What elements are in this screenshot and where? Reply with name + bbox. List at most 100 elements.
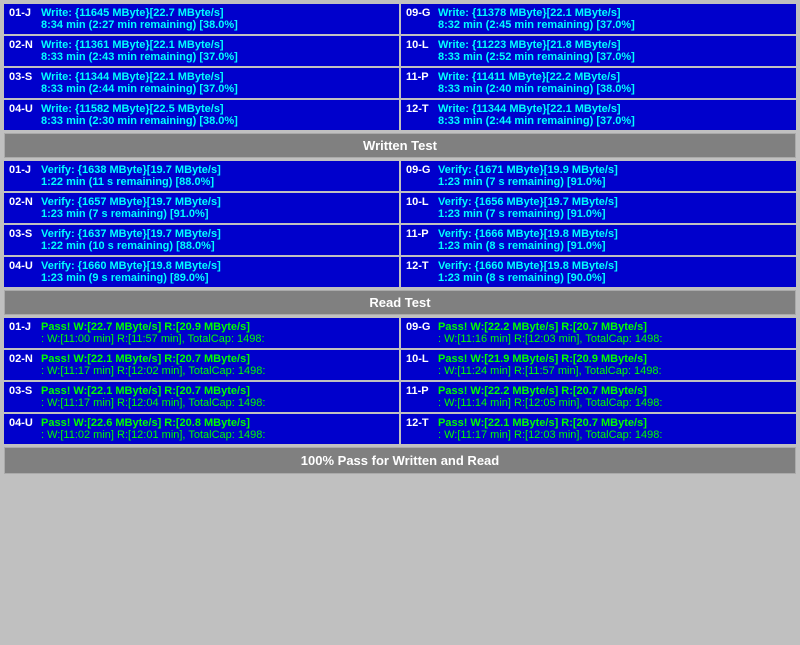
- cell-line1: Verify: {1660 MByte}[19.8 MByte/s]: [438, 260, 618, 272]
- verify-section: 01-JVerify: {1638 MByte}[19.7 MByte/s]1:…: [4, 161, 796, 287]
- drive-id: 04-U: [9, 417, 37, 429]
- drive-id: 03-S: [9, 228, 37, 240]
- verify-grid-cell-3-left: 04-UVerify: {1660 MByte}[19.8 MByte/s]1:…: [4, 257, 399, 287]
- cell-line2: 1:23 min (7 s remaining) [91.0%]: [41, 208, 221, 220]
- cell-line2: 1:23 min (7 s remaining) [91.0%]: [438, 208, 618, 220]
- cell-line2: 8:33 min (2:40 min remaining) [38.0%]: [438, 83, 635, 95]
- cell-line2: 8:33 min (2:52 min remaining) [37.0%]: [438, 51, 635, 63]
- cell-line1: Verify: {1638 MByte}[19.7 MByte/s]: [41, 164, 221, 176]
- pass-grid-cell-0-left: 01-J Pass! W:[22.7 MByte/s] R:[20.9 MByte…: [4, 318, 399, 348]
- drive-id: 01-J: [9, 321, 37, 333]
- cell-line2: 8:33 min (2:30 min remaining) [38.0%]: [41, 115, 238, 127]
- main-container: 01-J Write: {11645 MByte}[22.7 MByte/s] 8:…: [0, 0, 800, 478]
- cell-line1: Pass! W:[22.1 MByte/s] R:[20.7 MByte/s]: [438, 417, 662, 429]
- drive-id: 01-J: [9, 7, 37, 19]
- cell-line2: : W:[11:14 min] R:[12:05 min], TotalCap:…: [438, 397, 662, 409]
- drive-id: 11-P: [406, 71, 434, 83]
- write-grid-cell-1-left: 02-N Write: {11361 MByte}[22.1 MByte/s]8:…: [4, 36, 399, 66]
- cell-line1: Pass! W:[22.1 MByte/s] R:[20.7 MByte/s]: [41, 385, 265, 397]
- write-grid-cell-2-right: 11-P Write: {11411 MByte}[22.2 MByte/s]8:…: [401, 68, 796, 98]
- cell-line1: Pass! W:[22.2 MByte/s] R:[20.7 MByte/s]: [438, 321, 662, 333]
- pass-grid: 01-J Pass! W:[22.7 MByte/s] R:[20.9 MByte…: [4, 318, 796, 444]
- verify-grid-cell-1-left: 02-N Verify: {1657 MByte}[19.7 MByte/s]1:…: [4, 193, 399, 223]
- verify-grid-cell-0-right: 09-G Verify: {1671 MByte}[19.9 MByte/s]1:…: [401, 161, 796, 191]
- cell-line2: : W:[11:17 min] R:[12:02 min], TotalCap:…: [41, 365, 265, 377]
- cell-line1: Write: {11582 MByte}[22.5 MByte/s]: [41, 103, 238, 115]
- drive-id: 09-G: [406, 164, 434, 176]
- cell-line1: Write: {11645 MByte}[22.7 MByte/s]: [41, 7, 238, 19]
- pass-grid-cell-3-right: 12-T Pass! W:[22.1 MByte/s] R:[20.7 MByte…: [401, 414, 796, 444]
- drive-id: 09-G: [406, 321, 434, 333]
- cell-line2: : W:[11:17 min] R:[12:04 min], TotalCap:…: [41, 397, 265, 409]
- drive-id: 10-L: [406, 39, 434, 51]
- cell-line2: 1:22 min (11 s remaining) [88.0%]: [41, 176, 221, 188]
- pass-grid-cell-0-right: 09-G Pass! W:[22.2 MByte/s] R:[20.7 MByte…: [401, 318, 796, 348]
- cell-line1: Write: {11344 MByte}[22.1 MByte/s]: [41, 71, 238, 83]
- drive-id: 12-T: [406, 260, 434, 272]
- verify-grid-cell-2-left: 03-S Verify: {1637 MByte}[19.7 MByte/s]1:…: [4, 225, 399, 255]
- pass-grid-cell-2-left: 03-S Pass! W:[22.1 MByte/s] R:[20.7 MByte…: [4, 382, 399, 412]
- cell-line1: Pass! W:[22.7 MByte/s] R:[20.9 MByte/s]: [41, 321, 265, 333]
- cell-line2: 1:23 min (8 s remaining) [91.0%]: [438, 240, 618, 252]
- written-test-header: Written Test: [4, 133, 796, 158]
- drive-id: 03-S: [9, 71, 37, 83]
- write-grid-cell-3-left: 04-U Write: {11582 MByte}[22.5 MByte/s]8:…: [4, 100, 399, 130]
- verify-grid-cell-3-right: 12-T Verify: {1660 MByte}[19.8 MByte/s]1:…: [401, 257, 796, 287]
- drive-id: 02-N: [9, 353, 37, 365]
- drive-id: 04-U: [9, 103, 37, 115]
- drive-id: 11-P: [406, 385, 434, 397]
- write-grid-cell-0-left: 01-JWrite: {11645 MByte}[22.7 MByte/s]8:…: [4, 4, 399, 34]
- drive-id: 03-S: [9, 385, 37, 397]
- cell-line2: 8:33 min (2:44 min remaining) [37.0%]: [41, 83, 238, 95]
- cell-line2: 8:33 min (2:44 min remaining) [37.0%]: [438, 115, 635, 127]
- footer: 100% Pass for Written and Read: [4, 447, 796, 474]
- cell-line2: : W:[11:24 min] R:[11:57 min], TotalCap:…: [438, 365, 662, 377]
- verify-grid-cell-0-left: 01-J Verify: {1638 MByte}[19.7 MByte/s]1:…: [4, 161, 399, 191]
- cell-line1: Verify: {1656 MByte}[19.7 MByte/s]: [438, 196, 618, 208]
- cell-line1: Verify: {1666 MByte}[19.8 MByte/s]: [438, 228, 618, 240]
- drive-id: 09-G: [406, 7, 434, 19]
- drive-id: 12-T: [406, 417, 434, 429]
- cell-line2: : W:[11:16 min] R:[12:03 min], TotalCap:…: [438, 333, 662, 345]
- cell-line2: 1:23 min (9 s remaining) [89.0%]: [41, 272, 221, 284]
- verify-grid-cell-2-right: 11-P Verify: {1666 MByte}[19.8 MByte/s]1:…: [401, 225, 796, 255]
- write-grid-cell-0-right: 09-G Write: {11378 MByte}[22.1 MByte/s]8:…: [401, 4, 796, 34]
- pass-grid-cell-3-left: 04-U Pass! W:[22.6 MByte/s] R:[20.8 MByte…: [4, 414, 399, 444]
- cell-line2: : W:[11:00 min] R:[11:57 min], TotalCap:…: [41, 333, 265, 345]
- cell-line1: Write: {11378 MByte}[22.1 MByte/s]: [438, 7, 635, 19]
- drive-id: 11-P: [406, 228, 434, 240]
- cell-line1: Verify: {1657 MByte}[19.7 MByte/s]: [41, 196, 221, 208]
- cell-line1: Write: {11361 MByte}[22.1 MByte/s]: [41, 39, 238, 51]
- cell-line1: Verify: {1671 MByte}[19.9 MByte/s]: [438, 164, 618, 176]
- cell-line2: 8:32 min (2:45 min remaining) [37.0%]: [438, 19, 635, 31]
- cell-line1: Verify: {1637 MByte}[19.7 MByte/s]: [41, 228, 221, 240]
- write-grid-cell-1-right: 10-L Write: {11223 MByte}[21.8 MByte/s]8:…: [401, 36, 796, 66]
- cell-line1: Write: {11223 MByte}[21.8 MByte/s]: [438, 39, 635, 51]
- cell-line2: : W:[11:17 min] R:[12:03 min], TotalCap:…: [438, 429, 662, 441]
- write-grid-cell-3-right: 12-T Write: {11344 MByte}[22.1 MByte/s]8:…: [401, 100, 796, 130]
- cell-line2: 1:23 min (7 s remaining) [91.0%]: [438, 176, 618, 188]
- cell-line2: 1:23 min (8 s remaining) [90.0%]: [438, 272, 618, 284]
- pass-section: 01-J Pass! W:[22.7 MByte/s] R:[20.9 MByte…: [4, 318, 796, 444]
- cell-line2: 1:22 min (10 s remaining) [88.0%]: [41, 240, 221, 252]
- drive-id: 02-N: [9, 39, 37, 51]
- pass-grid-cell-1-left: 02-N Pass! W:[22.1 MByte/s] R:[20.7 MByte…: [4, 350, 399, 380]
- cell-line1: Pass! W:[22.6 MByte/s] R:[20.8 MByte/s]: [41, 417, 265, 429]
- drive-id: 10-L: [406, 353, 434, 365]
- write-grid-cell-2-left: 03-S Write: {11344 MByte}[22.1 MByte/s]8:…: [4, 68, 399, 98]
- drive-id: 02-N: [9, 196, 37, 208]
- drive-id: 12-T: [406, 103, 434, 115]
- cell-line2: 8:33 min (2:43 min remaining) [37.0%]: [41, 51, 238, 63]
- cell-line2: : W:[11:02 min] R:[12:01 min], TotalCap:…: [41, 429, 265, 441]
- cell-line1: Write: {11411 MByte}[22.2 MByte/s]: [438, 71, 635, 83]
- write-section: 01-J Write: {11645 MByte}[22.7 MByte/s] 8:…: [4, 4, 796, 130]
- drive-id: 01-J: [9, 164, 37, 176]
- cell-line1: Pass! W:[22.2 MByte/s] R:[20.7 MByte/s]: [438, 385, 662, 397]
- drive-id: 04-U: [9, 260, 37, 272]
- pass-grid-cell-1-right: 10-LPass! W:[21.9 MByte/s] R:[20.9 MByte…: [401, 350, 796, 380]
- cell-line1: Pass! W:[22.1 MByte/s] R:[20.7 MByte/s]: [41, 353, 265, 365]
- read-test-header: Read Test: [4, 290, 796, 315]
- write-grid: 01-J Write: {11645 MByte}[22.7 MByte/s] 8:…: [4, 4, 796, 130]
- drive-id: 10-L: [406, 196, 434, 208]
- cell-line1: Write: {11344 MByte}[22.1 MByte/s]: [438, 103, 635, 115]
